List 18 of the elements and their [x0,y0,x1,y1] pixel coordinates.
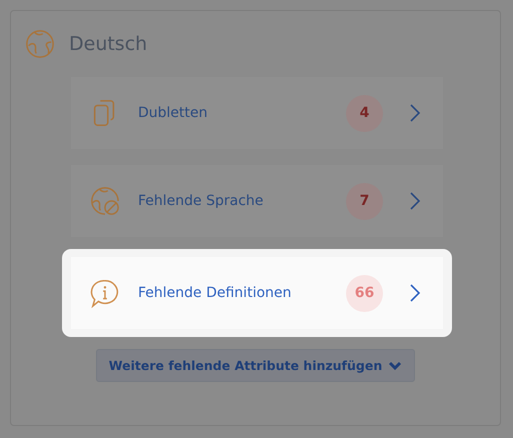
globe-icon [25,29,55,59]
globe-blocked-icon [90,186,120,216]
list-item[interactable]: Fehlende Sprache 7 [71,165,443,237]
count-badge: 66 [346,274,383,312]
chevron-down-icon [388,360,402,370]
chevron-right-icon [409,191,421,211]
chevron-right-icon [409,283,421,303]
section-title: Deutsch [69,33,148,55]
item-label: Dubletten [138,105,209,121]
count-badge: 7 [346,182,383,220]
item-label: Fehlende Definitionen [138,285,292,301]
item-label: Fehlende Sprache [138,193,264,209]
count-badge: 4 [346,94,383,132]
list-item[interactable]: Dubletten 4 [71,77,443,149]
chevron-right-icon [409,103,421,123]
list-item[interactable]: Fehlende Definitionen 66 [71,257,443,329]
add-attributes-button[interactable]: Weitere fehlende Attribute hinzufügen [96,349,416,382]
info-bubble-icon [90,278,120,308]
